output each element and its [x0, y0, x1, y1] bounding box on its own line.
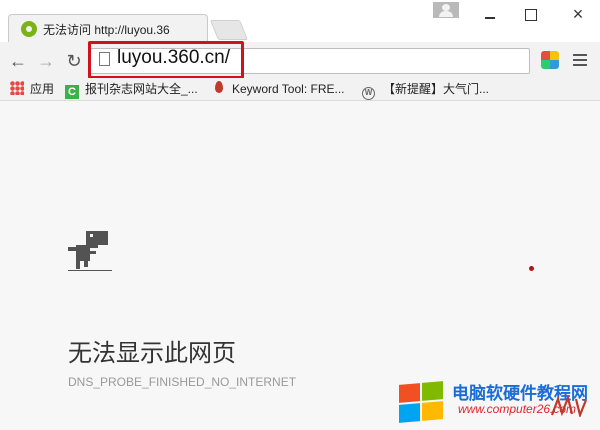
wordpress-icon: W — [362, 87, 375, 100]
tab-title: 无法访问 http://luyou.36 — [43, 23, 170, 37]
extension-icon[interactable] — [541, 51, 559, 69]
bookmark-apps[interactable]: 应用 — [10, 81, 54, 97]
ground-line — [68, 270, 112, 271]
title-bar: 无法访问 http://luyou.36 × — [0, 0, 600, 42]
reload-button[interactable]: ↻ — [64, 51, 84, 71]
bookmark-item[interactable]: W 【新提醒】大气门... — [362, 81, 490, 100]
error-title: 无法显示此网页 — [68, 340, 236, 367]
signature-icon — [550, 395, 588, 417]
bookmark-label: Keyword Tool: FRE... — [232, 82, 345, 96]
c-site-icon: C — [65, 85, 79, 99]
bookmark-item[interactable]: C 报刊杂志网站大全_... — [65, 81, 198, 99]
apps-grid-icon — [10, 81, 24, 95]
360-browser-icon — [21, 21, 37, 37]
menu-icon[interactable] — [573, 53, 587, 67]
error-code: DNS_PROBE_FINISHED_NO_INTERNET — [68, 375, 297, 389]
url-highlight-box — [88, 41, 244, 79]
flame-icon — [214, 81, 224, 95]
browser-tab[interactable]: 无法访问 http://luyou.36 — [8, 14, 208, 42]
minimize-button[interactable] — [478, 4, 502, 24]
bookmarks-bar: 应用 C 报刊杂志网站大全_... Keyword Tool: FRE... W 【… — [0, 78, 600, 101]
close-button[interactable]: × — [566, 4, 590, 24]
bookmark-label: 【新提醒】大气门... — [383, 82, 490, 96]
maximize-icon — [525, 9, 537, 21]
user-icon[interactable] — [433, 2, 459, 18]
bookmark-item[interactable]: Keyword Tool: FRE... — [214, 81, 345, 97]
back-button[interactable]: ← — [8, 51, 28, 71]
maximize-button[interactable] — [519, 4, 543, 24]
forward-button[interactable]: → — [36, 51, 56, 71]
windows-logo-icon — [399, 380, 445, 424]
bookmark-label: 报刊杂志网站大全_... — [85, 82, 198, 96]
new-tab-button[interactable] — [209, 20, 249, 40]
red-dot — [529, 266, 534, 271]
bookmark-label: 应用 — [30, 82, 55, 96]
minimize-icon — [485, 17, 495, 19]
